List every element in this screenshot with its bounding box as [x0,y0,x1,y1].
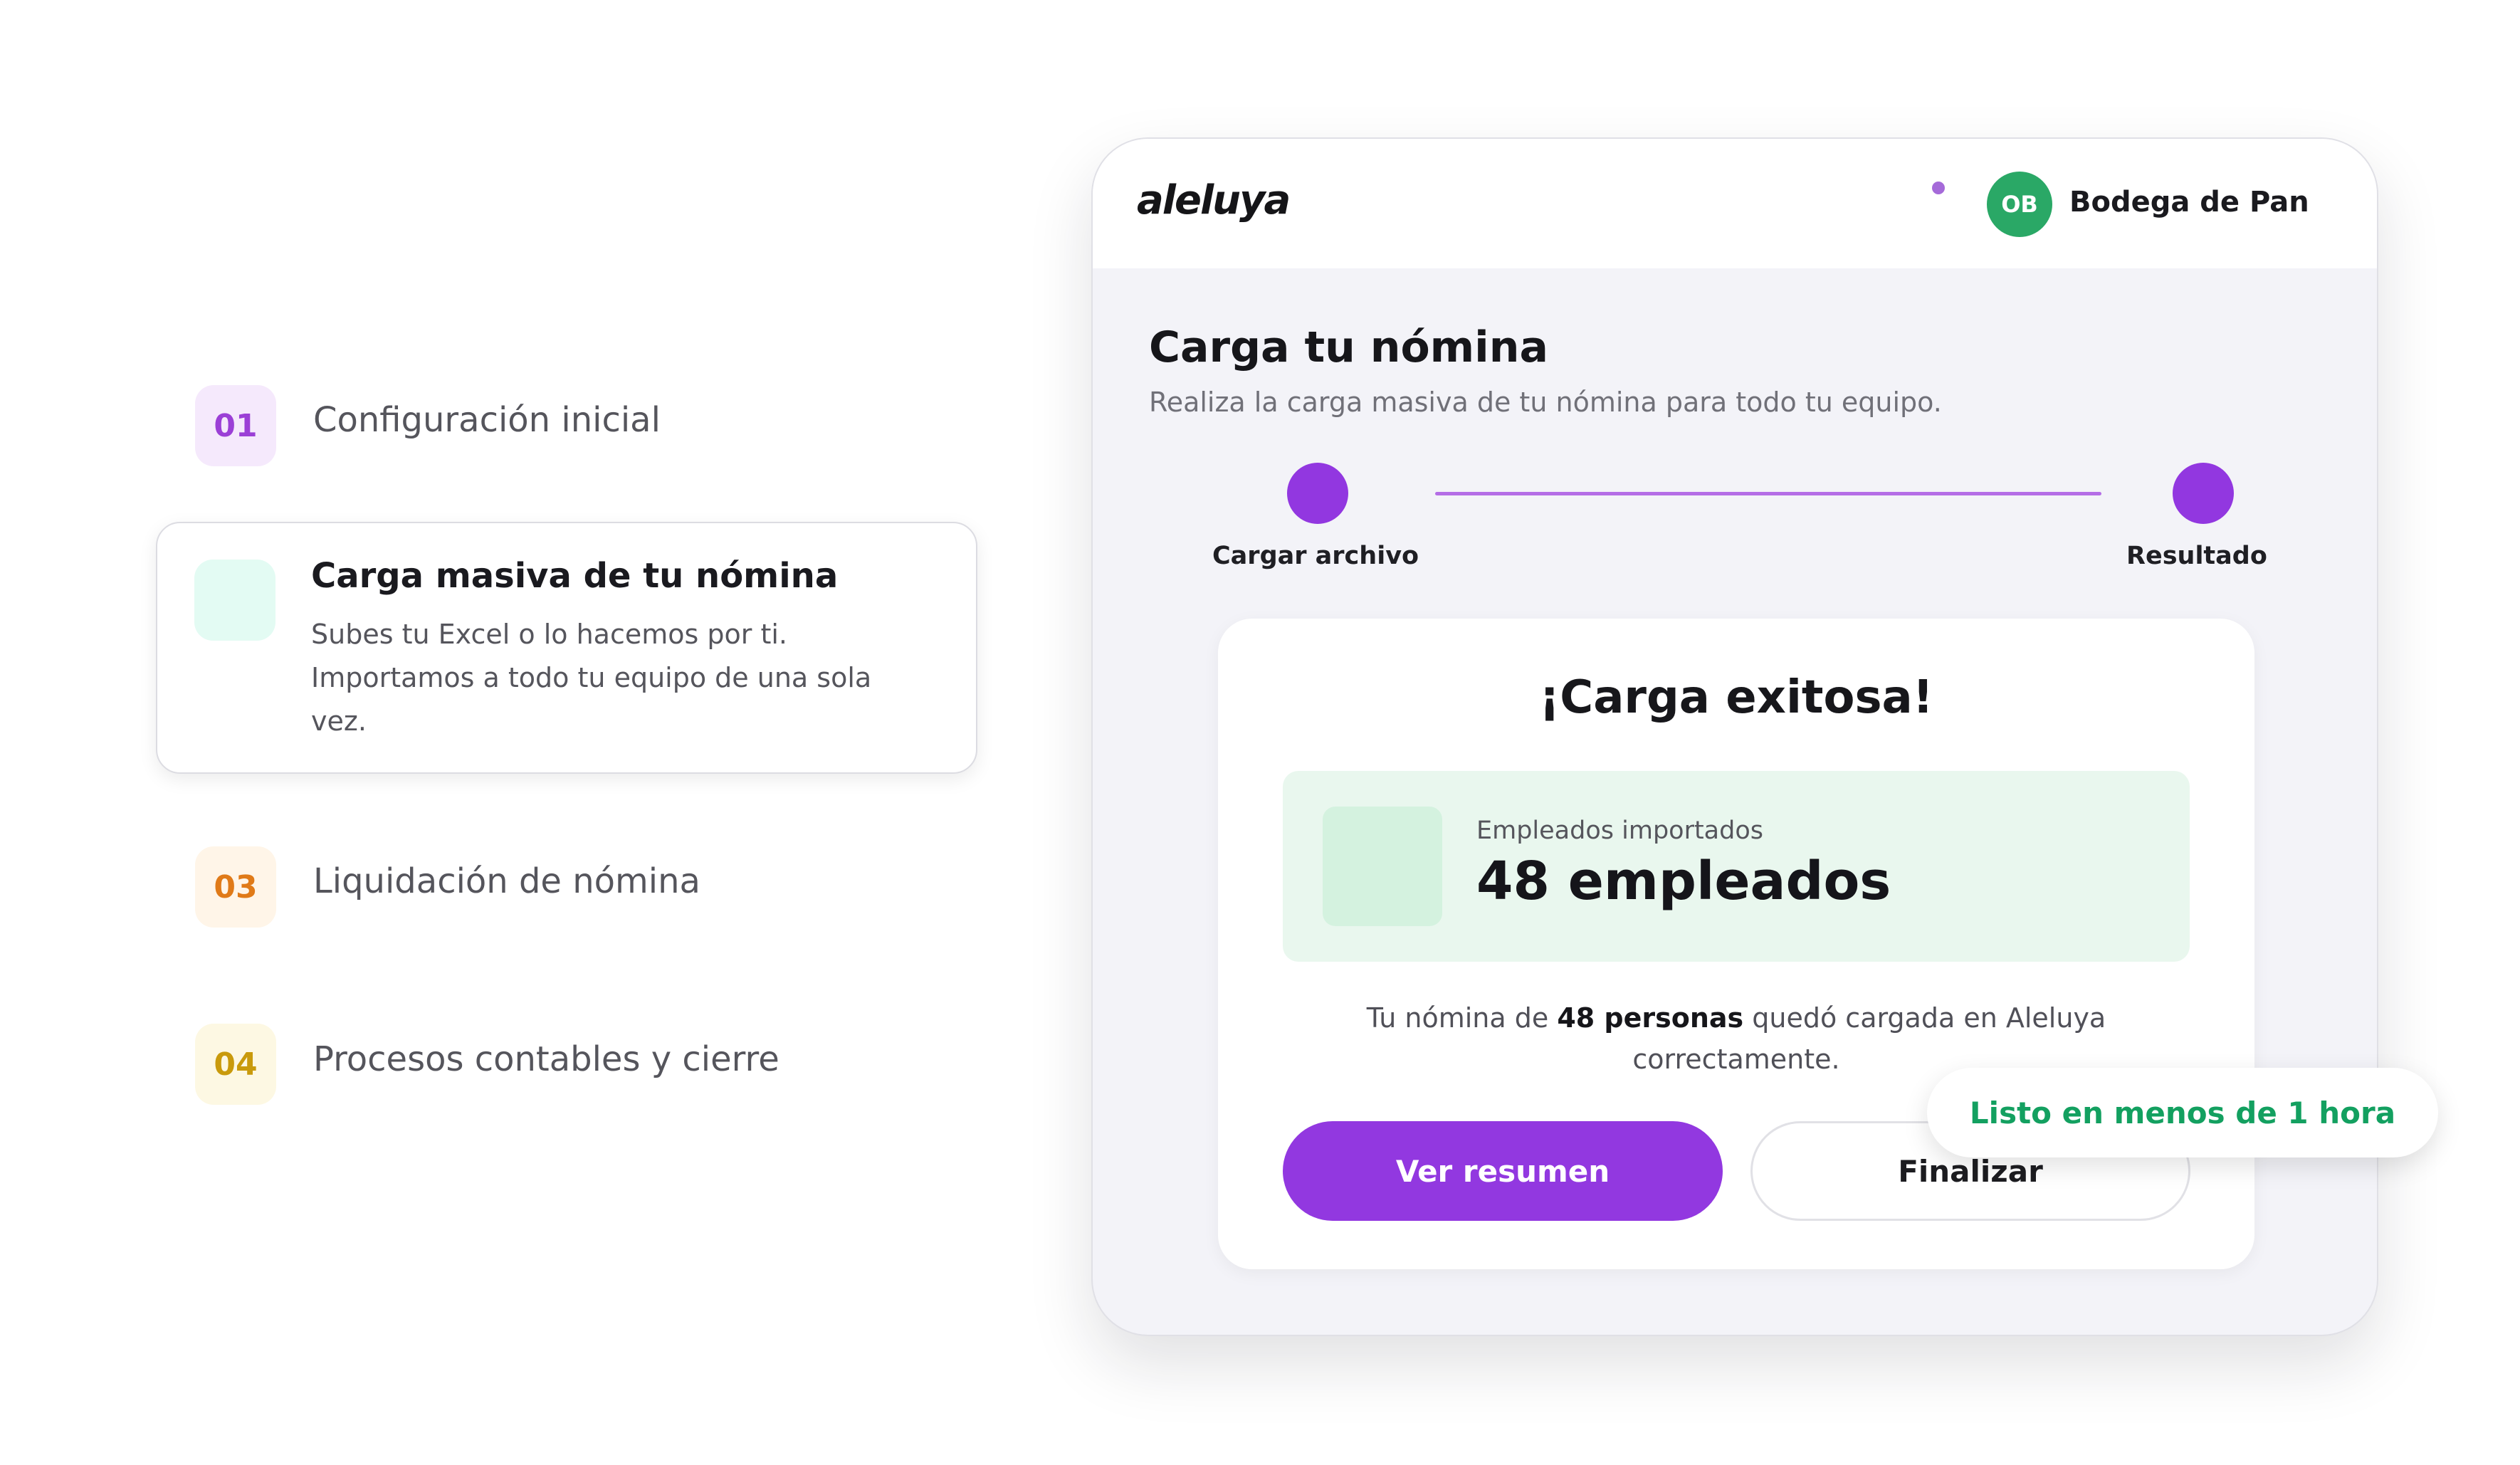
summary-count: 48 personas [1557,1002,1744,1034]
step-number-01: 01 [195,385,276,466]
step-item-carga-active[interactable]: Carga masiva de tu nómina Subes tu Excel… [156,522,977,774]
stepper-label-cargar: Cargar archivo [1212,542,1419,570]
page-title: Carga tu nómina [1149,322,1548,372]
result-card: ¡Carga exitosa! Empleados importados 48 … [1218,619,2254,1269]
stat-value: 48 empleados [1476,851,1891,912]
step-label-configuracion: Configuración inicial [313,400,661,440]
step-label-procesos: Procesos contables y cierre [313,1039,779,1079]
stepper-dot-cargar [1287,463,1348,524]
speed-badge: Listo en menos de 1 hora [1927,1068,2438,1157]
company-name[interactable]: Bodega de Pan [2069,186,2309,219]
step-active-title: Carga masiva de tu nómina [311,556,839,596]
step-label-liquidacion: Liquidación de nómina [313,861,700,901]
step-active-description: Subes tu Excel o lo hacemos por ti. Impo… [311,619,872,737]
aleluya-logo[interactable]: aleluya [1137,177,1291,224]
stepper-progress-line [1435,492,2101,495]
summary-pre: Tu nómina de [1366,1002,1558,1034]
ver-resumen-button[interactable]: Ver resumen [1283,1121,1723,1221]
page-subtitle: Realiza la carga masiva de tu nómina par… [1149,387,1942,418]
stat-label: Empleados importados [1476,816,1763,845]
step-number-03: 03 [195,846,276,928]
imported-stat-box: Empleados importados 48 empleados [1283,771,2190,962]
stepper-dot-resultado [2173,463,2234,524]
avatar[interactable]: OB [1987,172,2052,237]
notification-dot-icon [1932,182,1945,194]
step-number-04: 04 [195,1024,276,1105]
stepper-label-resultado: Resultado [2126,542,2267,570]
success-title: ¡Carga exitosa! [1539,671,1933,724]
stat-icon-tile [1323,807,1442,926]
step-active-tile [194,560,275,641]
app-topbar: aleluya OB Bodega de Pan [1093,139,2377,268]
